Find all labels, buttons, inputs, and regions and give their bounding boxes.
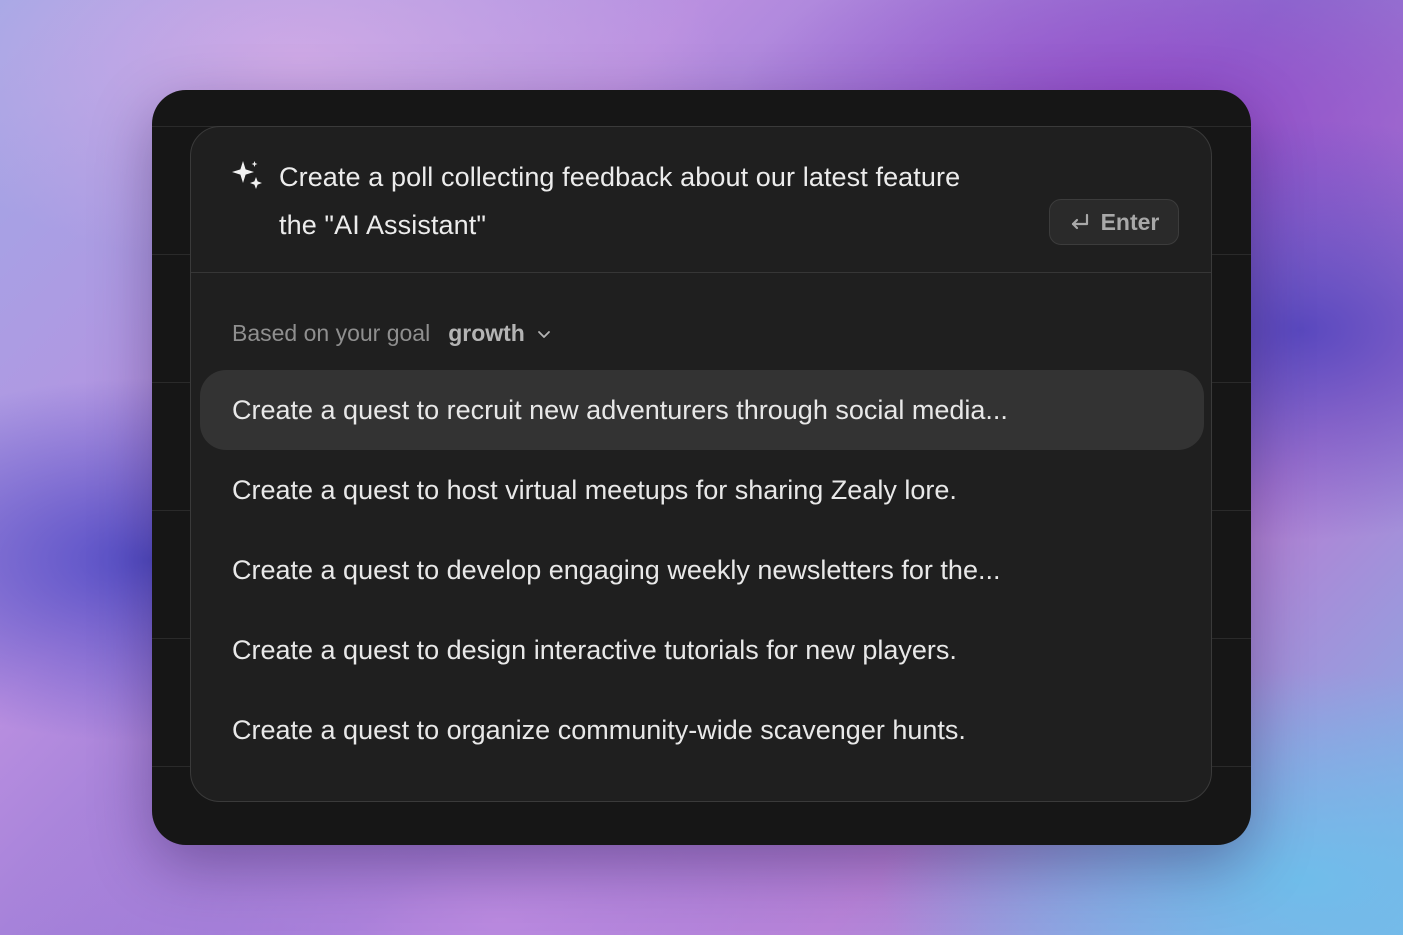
suggestion-item[interactable]: Create a quest to develop engaging weekl… (200, 530, 1204, 610)
prompt-area[interactable]: Create a poll collecting feedback about … (191, 127, 1211, 273)
suggestion-item[interactable]: Create a quest to recruit new adventurer… (200, 370, 1204, 450)
goal-dropdown[interactable]: growth (448, 320, 551, 347)
suggestion-item[interactable]: Create a quest to design interactive tut… (200, 610, 1204, 690)
suggestion-item[interactable]: Create a quest to host virtual meetups f… (200, 450, 1204, 530)
enter-button-label: Enter (1100, 208, 1160, 235)
sparkle-icon (232, 161, 262, 189)
suggestion-list: Create a quest to recruit new adventurer… (200, 370, 1204, 770)
goal-row: Based on your goal growth (232, 320, 551, 347)
return-icon (1071, 213, 1088, 230)
suggestion-item[interactable]: Create a quest to organize community-wid… (200, 690, 1204, 770)
goal-label: Based on your goal (232, 320, 431, 346)
prompt-line: the "AI Assistant" (279, 210, 487, 240)
prompt-input[interactable]: Create a poll collecting feedback about … (279, 153, 1039, 249)
ai-command-panel: Create a poll collecting feedback about … (190, 126, 1212, 802)
chevron-down-icon (537, 330, 550, 338)
prompt-line: Create a poll collecting feedback about … (279, 162, 961, 192)
goal-value: growth (448, 320, 525, 346)
enter-button[interactable]: Enter (1049, 199, 1179, 245)
